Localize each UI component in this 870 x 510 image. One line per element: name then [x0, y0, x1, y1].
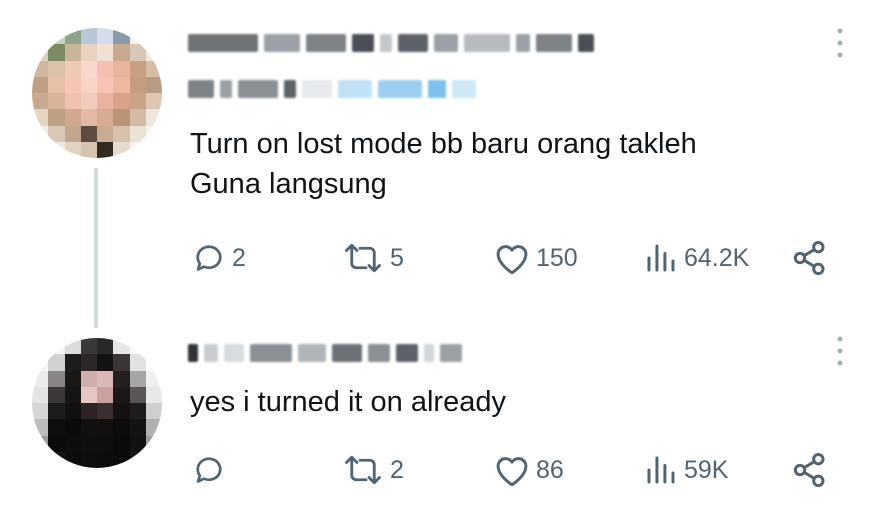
views-count: 64.2K	[684, 243, 750, 272]
tweet-text: Turn on lost mode bb baru orang takleh G…	[190, 128, 697, 200]
author-name-redacted[interactable]	[188, 34, 594, 52]
avatar-image-pixelated	[32, 28, 162, 158]
retweet-count: 2	[390, 455, 404, 484]
heart-icon	[496, 457, 528, 487]
like-count: 86	[536, 455, 564, 484]
tweet-reply[interactable]: yes i turned it on already 2 86 59K	[0, 320, 870, 510]
retweet-button[interactable]: 2	[340, 450, 404, 490]
views-icon	[647, 456, 675, 484]
like-count: 150	[536, 243, 578, 272]
views-icon	[647, 244, 675, 272]
tweet-text: yes i turned it on already	[190, 386, 506, 418]
author-handle-redacted[interactable]	[188, 80, 476, 98]
avatar-image-pixelated	[32, 338, 162, 468]
avatar[interactable]	[32, 338, 162, 468]
thread-connector-line	[94, 168, 98, 328]
reply-button[interactable]: 2	[190, 238, 246, 278]
tweet-original[interactable]: Turn on lost mode bb baru orang takleh G…	[0, 0, 870, 328]
reply-icon	[196, 457, 222, 483]
more-vertical-icon[interactable]	[832, 26, 848, 60]
avatar[interactable]	[32, 28, 162, 158]
retweet-icon	[345, 243, 381, 273]
retweet-count: 5	[390, 243, 404, 272]
like-button[interactable]: 86	[492, 450, 564, 490]
views-button[interactable]: 64.2K	[642, 238, 749, 278]
like-button[interactable]: 150	[492, 238, 578, 278]
heart-icon	[496, 245, 528, 275]
reply-icon	[196, 245, 222, 271]
retweet-button[interactable]: 5	[340, 238, 404, 278]
share-button[interactable]	[790, 450, 830, 490]
share-icon	[793, 241, 825, 275]
views-button[interactable]: 59K	[642, 450, 728, 490]
reply-count: 2	[232, 243, 246, 272]
tweet-actions: 2 86 59K	[190, 450, 840, 490]
more-vertical-icon[interactable]	[832, 334, 848, 368]
retweet-icon	[345, 455, 381, 485]
views-count: 59K	[684, 455, 729, 484]
share-icon	[793, 453, 825, 487]
reply-button[interactable]	[190, 450, 232, 490]
author-name-redacted[interactable]	[188, 344, 462, 362]
share-button[interactable]	[790, 238, 830, 278]
tweet-actions: 2 5 150 64.2K	[190, 238, 840, 278]
